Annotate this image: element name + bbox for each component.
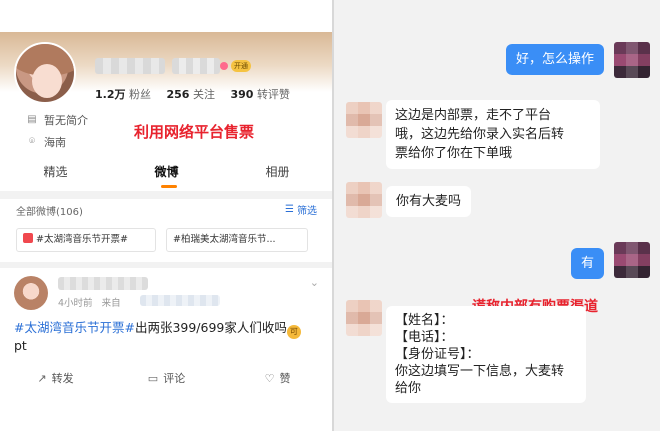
vip-badge[interactable]: 开通 [231,60,251,72]
followers-count[interactable]: 1.2万 [95,88,126,101]
filter-button[interactable]: ☰ 筛选 [285,202,317,217]
section-divider [0,191,333,199]
username-blurred-2 [172,58,220,74]
like-icon: ♡ [264,371,275,385]
message-line: 你这边填写一下信息，大麦转 [395,364,565,379]
following-count[interactable]: 256 [167,88,190,101]
contact-avatar[interactable] [346,300,382,336]
annotation-label-left: 利用网络平台售票 [134,123,255,141]
chat-panel: 好，怎么操作 这边是内部票，走不了平台 哦，这边先给你录入实名后转 票给你了你在… [334,0,660,431]
chat-message-in: 你有大麦吗 [386,186,472,217]
contact-avatar[interactable] [346,182,382,218]
post-body: 出两张399/699家人们收吗 [134,320,287,335]
comment-button[interactable]: ▭ 评论 [111,366,222,390]
section-divider-2 [0,262,333,268]
tab-featured[interactable]: 精选 [0,160,111,186]
location-text: 海南 [44,136,66,149]
like-button[interactable]: ♡ 赞 [222,366,333,390]
message-line: 哦，这边先给你录入实名后转 [395,127,565,142]
profile-stats: 1.2万 粉丝 256 关注 390 转评赞 [95,86,302,102]
topic-icon [23,233,33,243]
avatar-face [32,64,62,98]
followers-label: 粉丝 [129,88,151,101]
document-icon: ▤ [27,114,37,125]
post-meta: 4小时前 来自 [58,295,121,309]
post-hashtag[interactable]: #太湖湾音乐节开票# [14,320,135,335]
repost-button[interactable]: ↗ 转发 [0,366,111,390]
username-blurred [95,58,165,74]
post-source-prefix: 来自 [101,298,121,309]
contact-avatar[interactable] [346,102,382,138]
emoji-icon: 可 [286,325,301,339]
intro-row: ▤ 暂无简介 [26,112,88,128]
my-avatar[interactable] [614,242,650,278]
intro-text: 暂无简介 [44,114,88,127]
active-tab-indicator [161,185,177,188]
message-line: 这边是内部票，走不了平台 [395,108,552,123]
tab-album[interactable]: 相册 [222,160,333,186]
following-label: 关注 [192,88,215,101]
topic-chip-label: #柏瑞美太湖湾音乐节... [173,234,276,245]
post-source-blurred [140,295,220,306]
share-icon: ↗ [37,371,47,385]
chat-message-in: 【姓名】： 【电话】： 【身份证号】： 你这边填写一下信息，大麦转 给你 [386,306,586,403]
topic-chip-1[interactable]: #太湖湾音乐节开票# [16,228,156,252]
interactions-count[interactable]: 390 [230,88,253,101]
profile-tabs: 精选 微博 相册 [0,160,333,186]
topic-chip-label: #太湖湾音乐节开票# [36,234,128,245]
chat-message-out: 好，怎么操作 [505,44,604,75]
location-pin-icon: ⌾ [29,136,35,147]
post-text-line2: pt [14,338,27,353]
message-line: 【身份证号】： [395,347,480,362]
verified-dot-icon [220,62,228,70]
chevron-down-icon[interactable]: ⌄ [310,276,319,289]
message-line: 票给你了你在下单哦 [395,146,513,161]
all-weibo-count: 全部微博(106) [16,207,83,218]
filter-label: 筛选 [297,206,317,217]
filter-icon: ☰ [285,204,294,215]
comment-label: 评论 [163,372,186,385]
message-line: 给你 [395,381,422,396]
interactions-label: 转评赞 [256,88,290,101]
post-avatar[interactable] [14,276,48,310]
tab-weibo[interactable]: 微博 [111,160,222,186]
comment-icon: ▭ [147,371,159,385]
chat-message-out: 有 [570,248,604,279]
repost-label: 转发 [51,372,74,385]
weibo-profile-panel: 开通 1.2万 粉丝 256 关注 390 转评赞 ▤ 暂无简介 ⌾ 海南 利用… [0,0,333,431]
post-text: #太湖湾音乐节开票#出两张399/699家人们收吗可 [14,318,319,339]
filter-bar: 全部微博(106) ☰ 筛选 [0,199,333,221]
message-line: 【电话】： [395,330,454,345]
like-label: 赞 [279,372,291,385]
topic-chip-2[interactable]: #柏瑞美太湖湾音乐节... [166,228,308,252]
screenshot-root: 开通 1.2万 粉丝 256 关注 390 转评赞 ▤ 暂无简介 ⌾ 海南 利用… [0,0,660,431]
post-username-blurred [58,277,148,290]
location-row: ⌾ 海南 [26,134,66,150]
avatar[interactable] [14,42,76,104]
my-avatar[interactable] [614,42,650,78]
message-line: 【姓名】： [395,313,454,328]
chat-message-in: 这边是内部票，走不了平台 哦，这边先给你录入实名后转 票给你了你在下单哦 [386,100,600,169]
post-time: 4小时前 [58,298,93,309]
post-actions: ↗ 转发 ▭ 评论 ♡ 赞 [0,366,333,390]
